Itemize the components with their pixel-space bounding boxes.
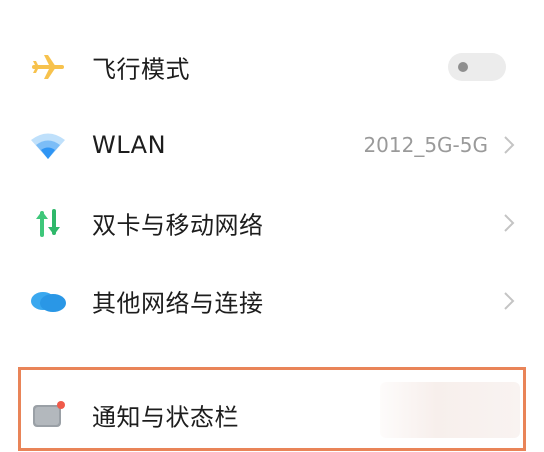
notification-icon (28, 395, 68, 435)
cloud-connection-icon (28, 281, 68, 321)
dual-sim-label: 双卡与移动网络 (92, 211, 264, 240)
wlan-network-name: 2012_5G-5G (363, 133, 488, 157)
obscured-area (380, 382, 520, 438)
wifi-icon (28, 125, 68, 165)
toggle-knob (458, 62, 468, 72)
chevron-right-icon (502, 290, 516, 312)
chevron-right-icon (502, 212, 516, 234)
settings-screen: 飞行模式 WLAN 2012_5G-5G 双卡与移动网络 其他网络与连接 通知与… (0, 0, 544, 452)
dual-sim-row[interactable]: 双卡与移动网络 (0, 188, 544, 258)
wlan-label: WLAN (92, 131, 167, 159)
notifications-label: 通知与状态栏 (92, 403, 239, 432)
wlan-row[interactable]: WLAN 2012_5G-5G (0, 110, 544, 180)
other-networks-label: 其他网络与连接 (92, 289, 264, 318)
chevron-right-icon (502, 134, 516, 156)
airplane-icon (28, 47, 68, 87)
dual-sim-data-icon (28, 203, 68, 243)
airplane-mode-toggle[interactable] (448, 53, 506, 81)
airplane-mode-row[interactable]: 飞行模式 (0, 32, 544, 102)
airplane-mode-label: 飞行模式 (92, 55, 190, 84)
other-networks-row[interactable]: 其他网络与连接 (0, 266, 544, 336)
